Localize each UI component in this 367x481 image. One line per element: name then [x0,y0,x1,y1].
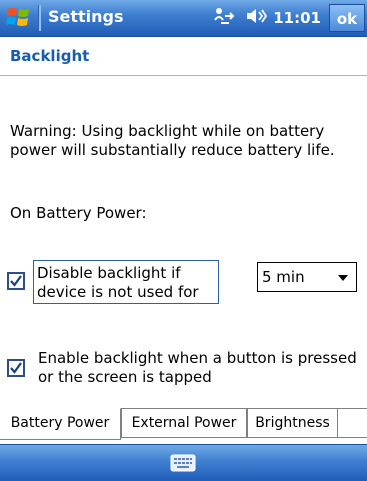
timeout-dropdown[interactable]: 5 min [257,262,357,292]
ok-button[interactable]: ok [329,4,365,32]
enable-backlight-checkbox[interactable] [7,359,25,377]
disable-backlight-label[interactable]: Disable backlight if device is not used … [33,260,219,304]
disable-backlight-line2: device is not used for [37,283,199,301]
timeout-value: 5 min [262,268,305,286]
connectivity-icon[interactable] [213,6,239,30]
disable-backlight-text: Disable backlight if device is not used … [37,264,199,302]
page-title: Backlight [10,47,90,65]
disable-backlight-line1: Disable backlight if [37,264,181,282]
checkmark-icon [10,362,22,374]
page-heading: Backlight [0,37,367,75]
title-separator [38,5,41,31]
tab-strip: Battery Power External Power Brightness [0,408,367,444]
screen: Settings 11:01 ok Backlight Warning: Usi… [0,0,367,481]
status-area: 11:01 [213,6,321,30]
battery-section-label: On Battery Power: [10,204,147,222]
title-bar: Settings 11:01 ok [0,0,367,37]
volume-icon[interactable] [245,6,268,30]
window-title: Settings [48,7,124,26]
tab-external-power[interactable]: External Power [121,408,247,438]
disable-backlight-checkbox[interactable] [7,272,25,290]
tab-strip-filler [338,408,367,438]
heading-divider [0,75,367,76]
windows-start-icon[interactable] [4,3,34,33]
tab-brightness[interactable]: Brightness [247,408,338,438]
dropdown-arrow-icon [338,275,348,281]
keyboard-icon[interactable] [170,454,196,472]
warning-text: Warning: Using backlight while on batter… [10,122,335,159]
menu-bar [0,444,367,481]
clock[interactable]: 11:01 [273,9,321,27]
enable-backlight-label[interactable]: Enable backlight when a button is presse… [38,349,358,387]
tab-battery-power[interactable]: Battery Power [0,408,121,440]
checkmark-icon [10,275,22,287]
